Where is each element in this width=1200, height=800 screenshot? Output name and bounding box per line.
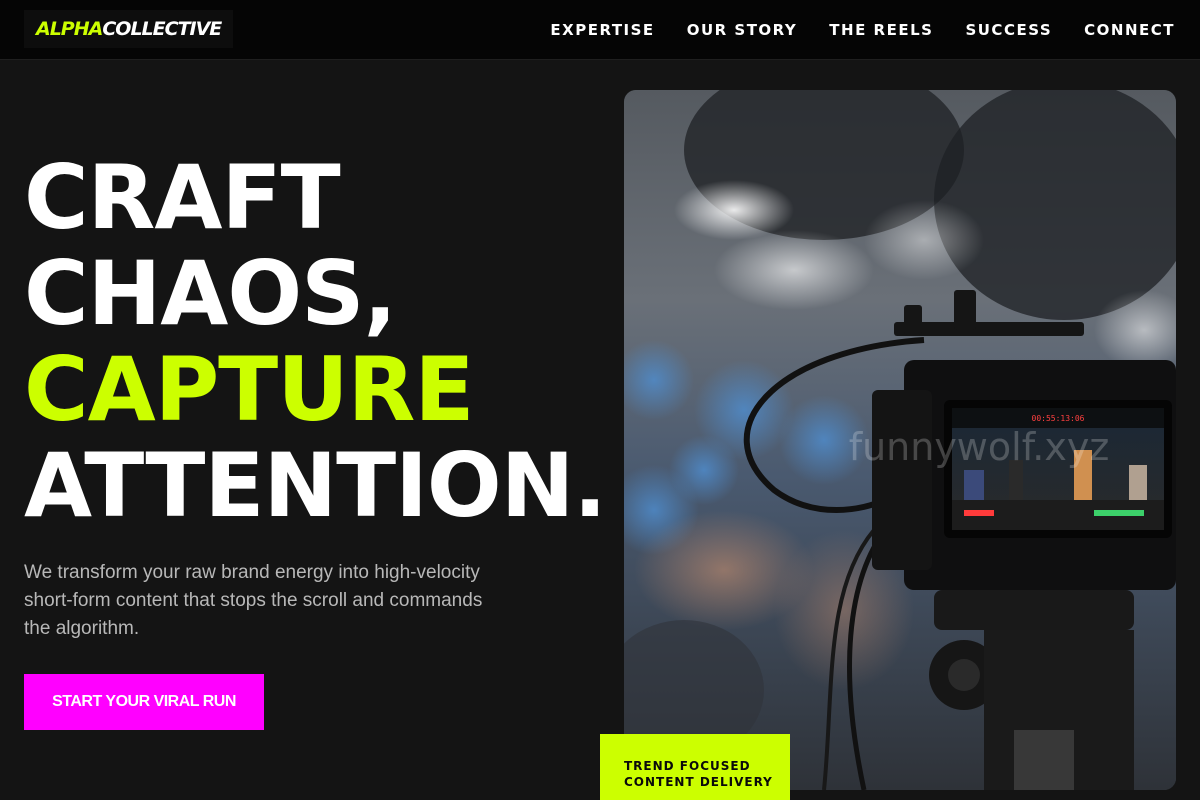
logo-text-collective: COLLECTIVE bbox=[102, 18, 222, 40]
start-viral-run-button[interactable]: START YOUR VIRAL RUN bbox=[24, 674, 264, 730]
brand-logo[interactable]: ALPHA COLLECTIVE bbox=[24, 10, 234, 48]
nav-link-success[interactable]: SUCCESS bbox=[965, 21, 1052, 39]
nav-link-the-reels[interactable]: THE REELS bbox=[829, 21, 933, 39]
site-header: ALPHA COLLECTIVE EXPERTISE OUR STORY THE … bbox=[0, 0, 1200, 60]
nav-link-expertise[interactable]: EXPERTISE bbox=[550, 21, 654, 39]
image-watermark: funnywolf.xyz bbox=[849, 425, 1110, 469]
hero-subtext: We transform your raw brand energy into … bbox=[24, 562, 483, 639]
headline-line-craft: CRAFT bbox=[24, 146, 341, 249]
badge-line-1: TREND FOCUSED bbox=[624, 759, 751, 773]
hero-headline: CRAFT CHAOS, CAPTURE ATTENTION. bbox=[24, 146, 607, 537]
badge-line-2: CONTENT DELIVERY bbox=[624, 775, 773, 789]
headline-line-attention: ATTENTION. bbox=[24, 434, 607, 537]
main-nav: EXPERTISE OUR STORY THE REELS SUCCESS CO… bbox=[550, 0, 1175, 60]
trend-focused-badge: TREND FOCUSED CONTENT DELIVERY bbox=[600, 734, 790, 800]
headline-line-capture: CAPTURE bbox=[24, 338, 475, 441]
headline-line-chaos: CHAOS, bbox=[24, 242, 397, 345]
logo-text-alpha: ALPHA bbox=[36, 18, 103, 40]
nav-link-connect[interactable]: CONNECT bbox=[1084, 21, 1175, 39]
nav-link-our-story[interactable]: OUR STORY bbox=[687, 21, 798, 39]
camera-timecode: 00:55:13:06 bbox=[1032, 414, 1085, 423]
hero-camera-image: 00:55:13:06 funnywolf.xyz bbox=[624, 90, 1176, 790]
